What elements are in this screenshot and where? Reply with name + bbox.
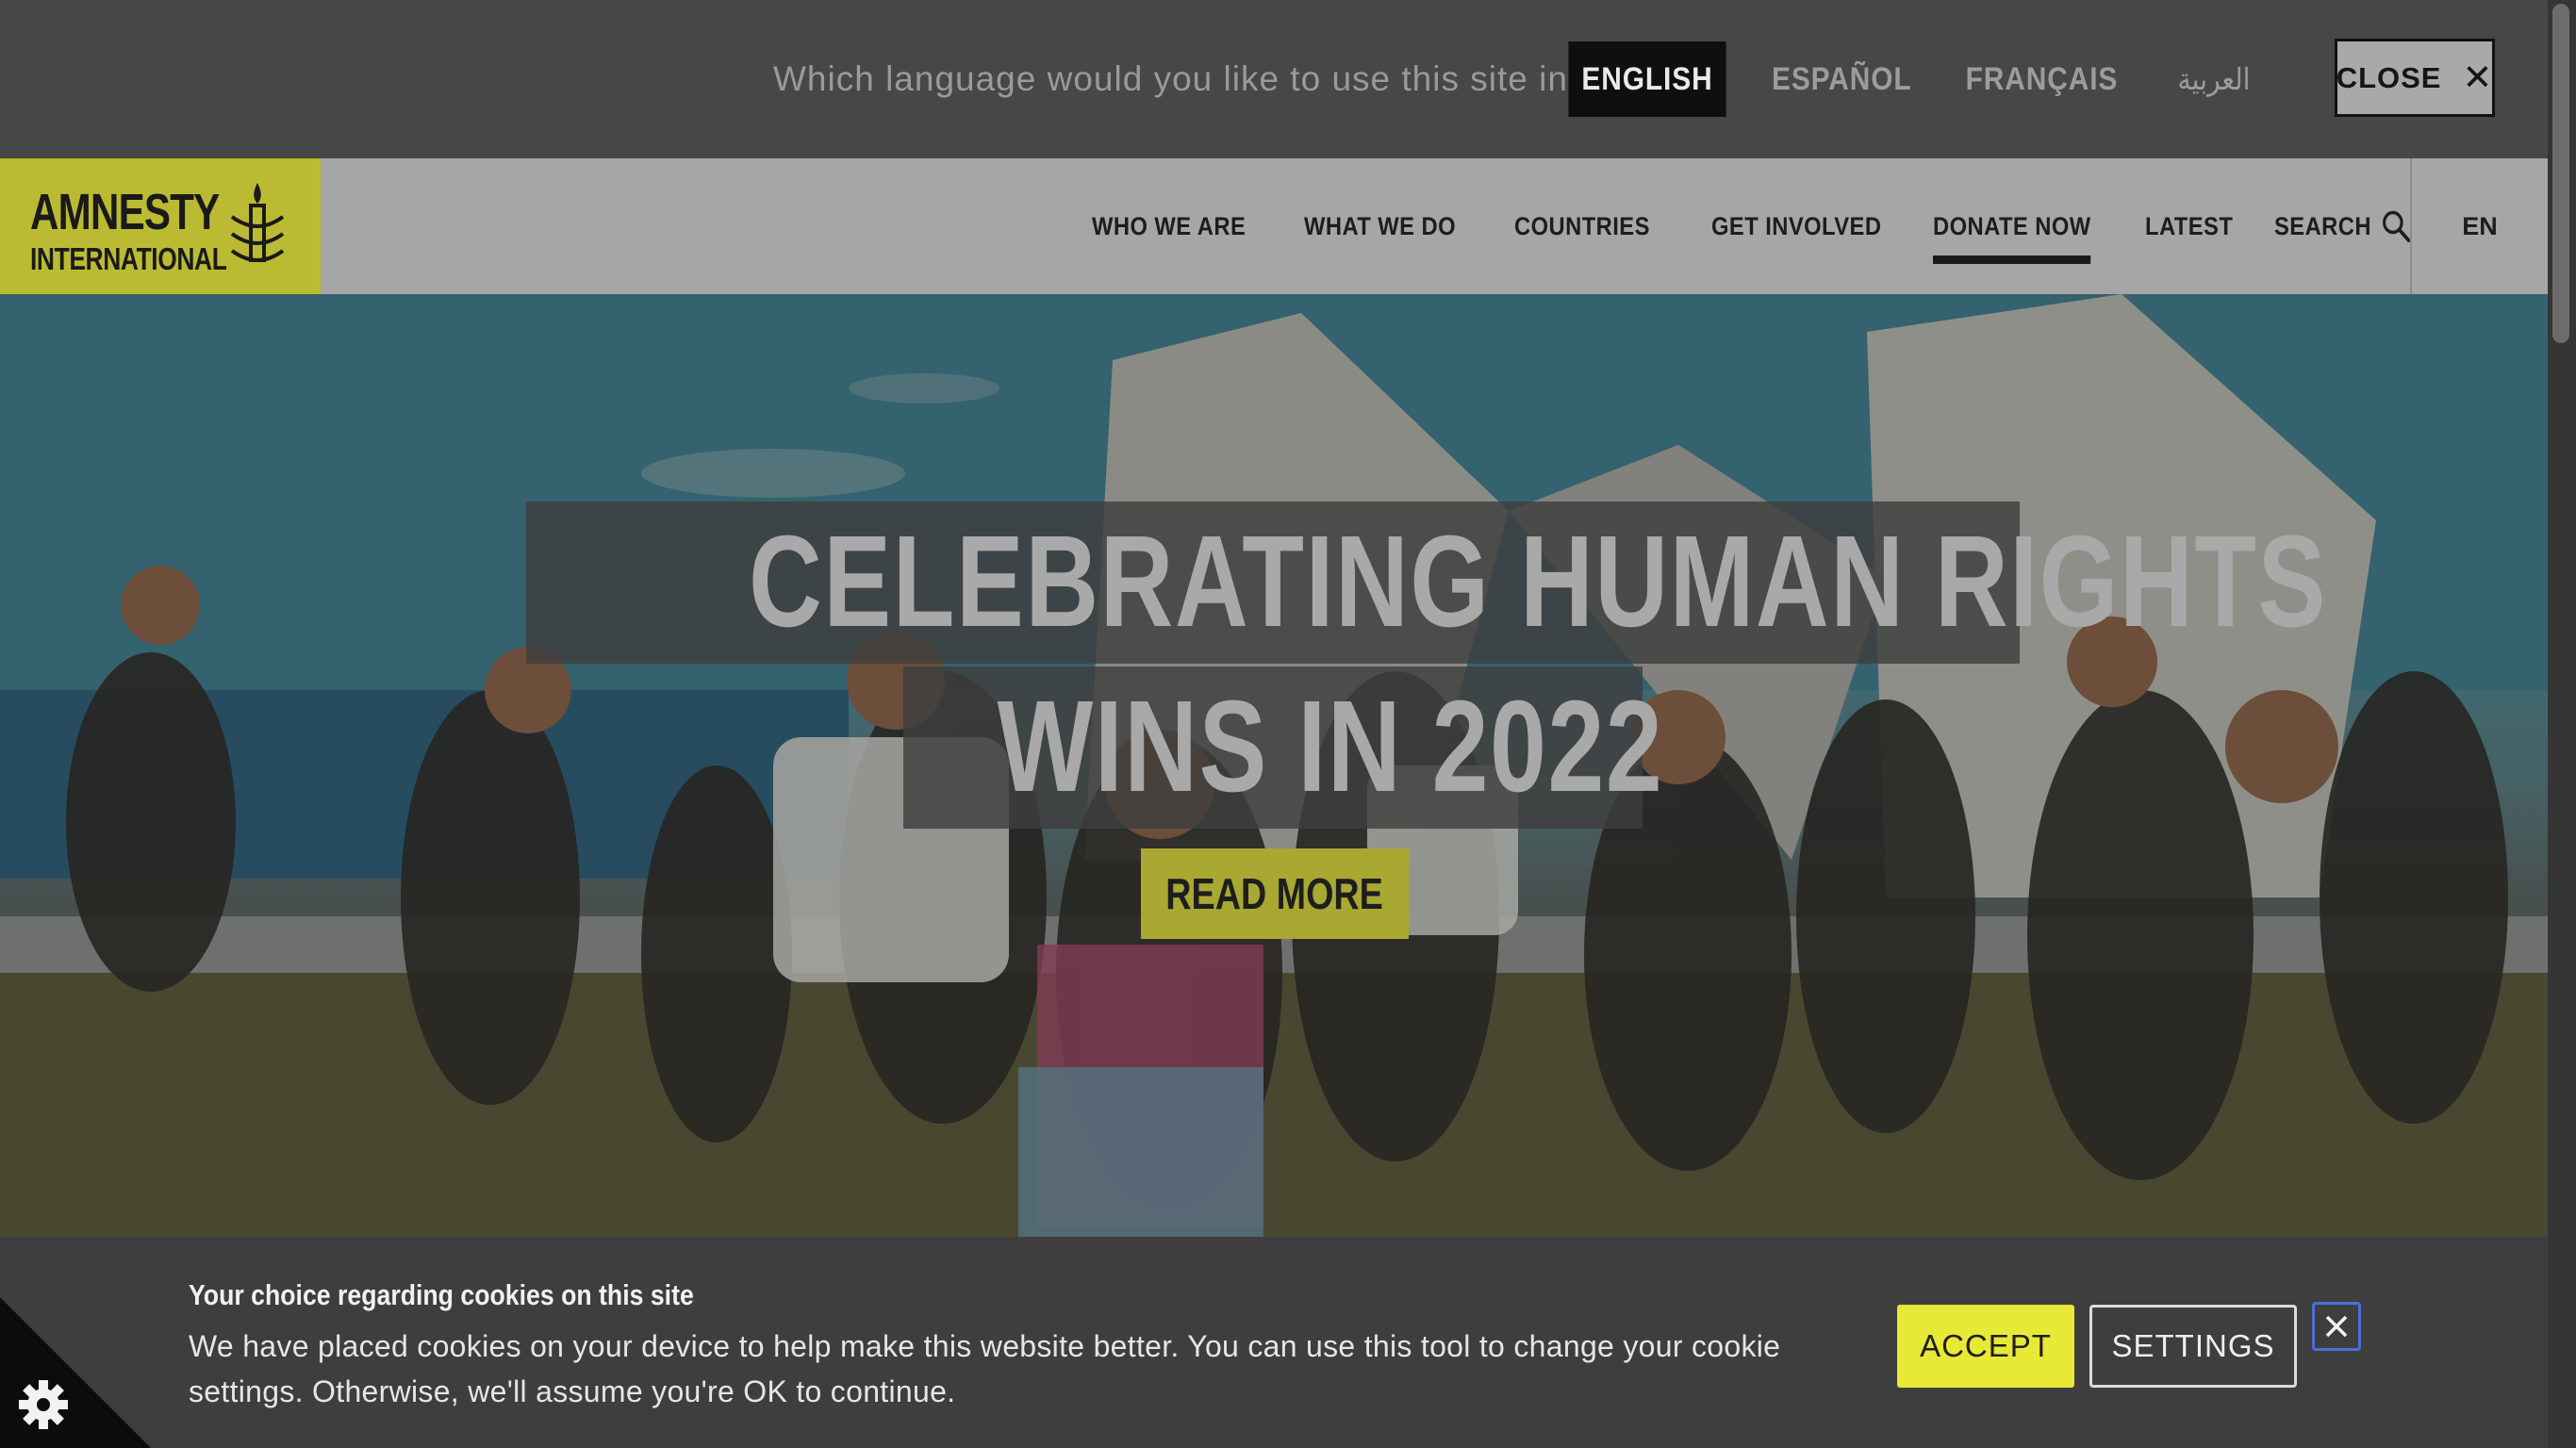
accept-cookies-button[interactable]: ACCEPT (1897, 1305, 2074, 1388)
read-more-label: READ MORE (1165, 869, 1384, 918)
cookie-banner-title: Your choice regarding cookies on this si… (189, 1278, 694, 1311)
close-icon (2325, 1315, 2348, 1338)
cookie-settings-button[interactable]: SETTINGS (2089, 1305, 2297, 1388)
language-option-english[interactable]: ENGLISH (1568, 41, 1726, 117)
hero-headline-line-1-text: CELEBRATING HUMAN RIGHTS (749, 509, 2327, 654)
language-option-arabic[interactable]: العربية (2164, 41, 2264, 117)
logo-line-amnesty: AMNESTY (30, 184, 220, 240)
cookie-banner-body: We have placed cookies on your device to… (189, 1329, 1781, 1408)
search-icon (2383, 210, 2411, 242)
cookie-banner: Your choice regarding cookies on this si… (0, 1237, 2548, 1448)
language-option-francais[interactable]: FRANÇAIS (1966, 41, 2118, 117)
nav-get-involved[interactable]: GET INVOLVED (1711, 158, 1881, 294)
hero-headline-line-2: WINS IN 2022 (903, 666, 1662, 829)
candle-icon (230, 183, 285, 262)
site-header: AMNESTY INTERNATIONAL WHO WE ARE WHAT WE… (0, 158, 2548, 294)
language-prompt: Which language would you like to use thi… (773, 59, 1589, 98)
read-more-button[interactable]: READ MORE (1141, 848, 1409, 939)
page-scrollbar[interactable] (2548, 0, 2576, 1448)
gear-icon (19, 1380, 68, 1429)
cookie-control-widget[interactable] (0, 1297, 151, 1448)
hero-headline-line-1: CELEBRATING HUMAN RIGHTS (526, 502, 2325, 664)
nav-countries[interactable]: COUNTRIES (1514, 158, 1650, 294)
amnesty-logo[interactable]: AMNESTY INTERNATIONAL (0, 158, 321, 294)
nav-who-we-are[interactable]: WHO WE ARE (1092, 158, 1246, 294)
logo-line-international: INTERNATIONAL (30, 241, 227, 276)
nav-latest[interactable]: LATEST (2145, 158, 2233, 294)
scrollbar-thumb[interactable] (2552, 4, 2569, 343)
hero-headline-line-2-text: WINS IN 2022 (997, 674, 1664, 819)
language-bar: Which language would you like to use thi… (0, 0, 2548, 158)
nav-what-we-do[interactable]: WHAT WE DO (1304, 158, 1456, 294)
nav-search-label: SEARCH (2274, 212, 2371, 240)
nav-donate-now[interactable]: DONATE NOW (1933, 158, 2092, 294)
close-button-label: CLOSE (2336, 60, 2442, 94)
close-icon: ✕ (2462, 58, 2494, 98)
hero-banner: CELEBRATING HUMAN RIGHTS WINS IN 2022 RE… (0, 294, 2548, 1237)
language-switcher[interactable]: EN (2412, 158, 2548, 294)
cookie-banner-close-button[interactable] (2312, 1302, 2361, 1351)
language-bar-close-button[interactable]: CLOSE ✕ (2335, 39, 2495, 117)
language-option-espanol[interactable]: ESPAÑOL (1772, 41, 1911, 117)
nav-search[interactable]: SEARCH (2274, 158, 2411, 294)
